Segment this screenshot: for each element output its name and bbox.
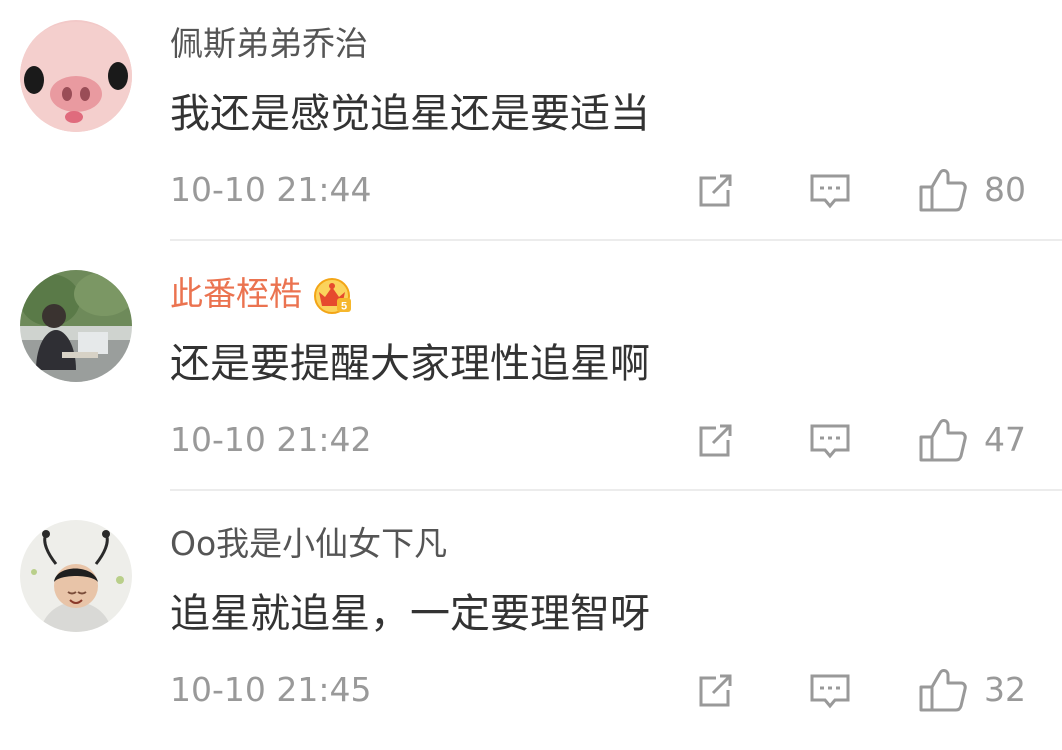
avatar[interactable] <box>20 270 132 382</box>
like-count: 32 <box>984 670 1026 709</box>
share-icon <box>699 174 732 207</box>
like-button[interactable]: 47 <box>918 416 1026 464</box>
timestamp: 10-10 21:45 <box>170 670 372 709</box>
comment-icon <box>810 674 850 709</box>
avatar[interactable] <box>20 520 132 632</box>
crown-badge-icon: 5 <box>314 278 351 314</box>
thumbs-up-icon <box>919 419 967 462</box>
like-button[interactable]: 32 <box>918 666 1026 714</box>
svg-text:5: 5 <box>341 301 347 313</box>
comment-item: 此番桎梏 5 还是要提醒大家理性追星啊 10-10 21:42 47 <box>0 250 1062 500</box>
outdoor-photo-avatar-image <box>20 270 132 382</box>
share-button[interactable] <box>694 416 738 464</box>
username[interactable]: 此番桎梏 5 <box>170 272 354 316</box>
comment-text: 追星就追星，一定要理智呀 <box>170 591 650 637</box>
comment-text: 还是要提醒大家理性追星啊 <box>170 341 650 387</box>
thumbs-up-icon <box>919 169 967 212</box>
share-icon <box>699 424 732 457</box>
username[interactable]: Oo我是小仙女下凡 <box>170 522 447 566</box>
like-count: 47 <box>984 420 1026 459</box>
timestamp: 10-10 21:44 <box>170 170 372 209</box>
comment-text: 我还是感觉追星还是要适当 <box>170 91 650 137</box>
comment-icon <box>810 174 850 209</box>
divider <box>170 489 1062 491</box>
comment-icon <box>810 424 850 459</box>
pig-avatar-image <box>20 20 132 132</box>
comment-item: Oo我是小仙女下凡 追星就追星，一定要理智呀 10-10 21:45 32 <box>0 500 1062 750</box>
thumbs-up-icon <box>919 669 967 712</box>
like-count: 80 <box>984 170 1026 209</box>
username[interactable]: 佩斯弟弟乔治 <box>170 22 368 66</box>
timestamp: 10-10 21:42 <box>170 420 372 459</box>
share-button[interactable] <box>694 166 738 214</box>
reply-button[interactable] <box>808 416 852 464</box>
reply-button[interactable] <box>808 666 852 714</box>
avatar[interactable] <box>20 20 132 132</box>
child-photo-avatar-image <box>20 520 132 632</box>
like-button[interactable]: 80 <box>918 166 1026 214</box>
share-button[interactable] <box>694 666 738 714</box>
comment-item: 佩斯弟弟乔治 我还是感觉追星还是要适当 10-10 21:44 80 <box>0 0 1062 250</box>
share-icon <box>699 674 732 707</box>
reply-button[interactable] <box>808 166 852 214</box>
divider <box>170 239 1062 241</box>
